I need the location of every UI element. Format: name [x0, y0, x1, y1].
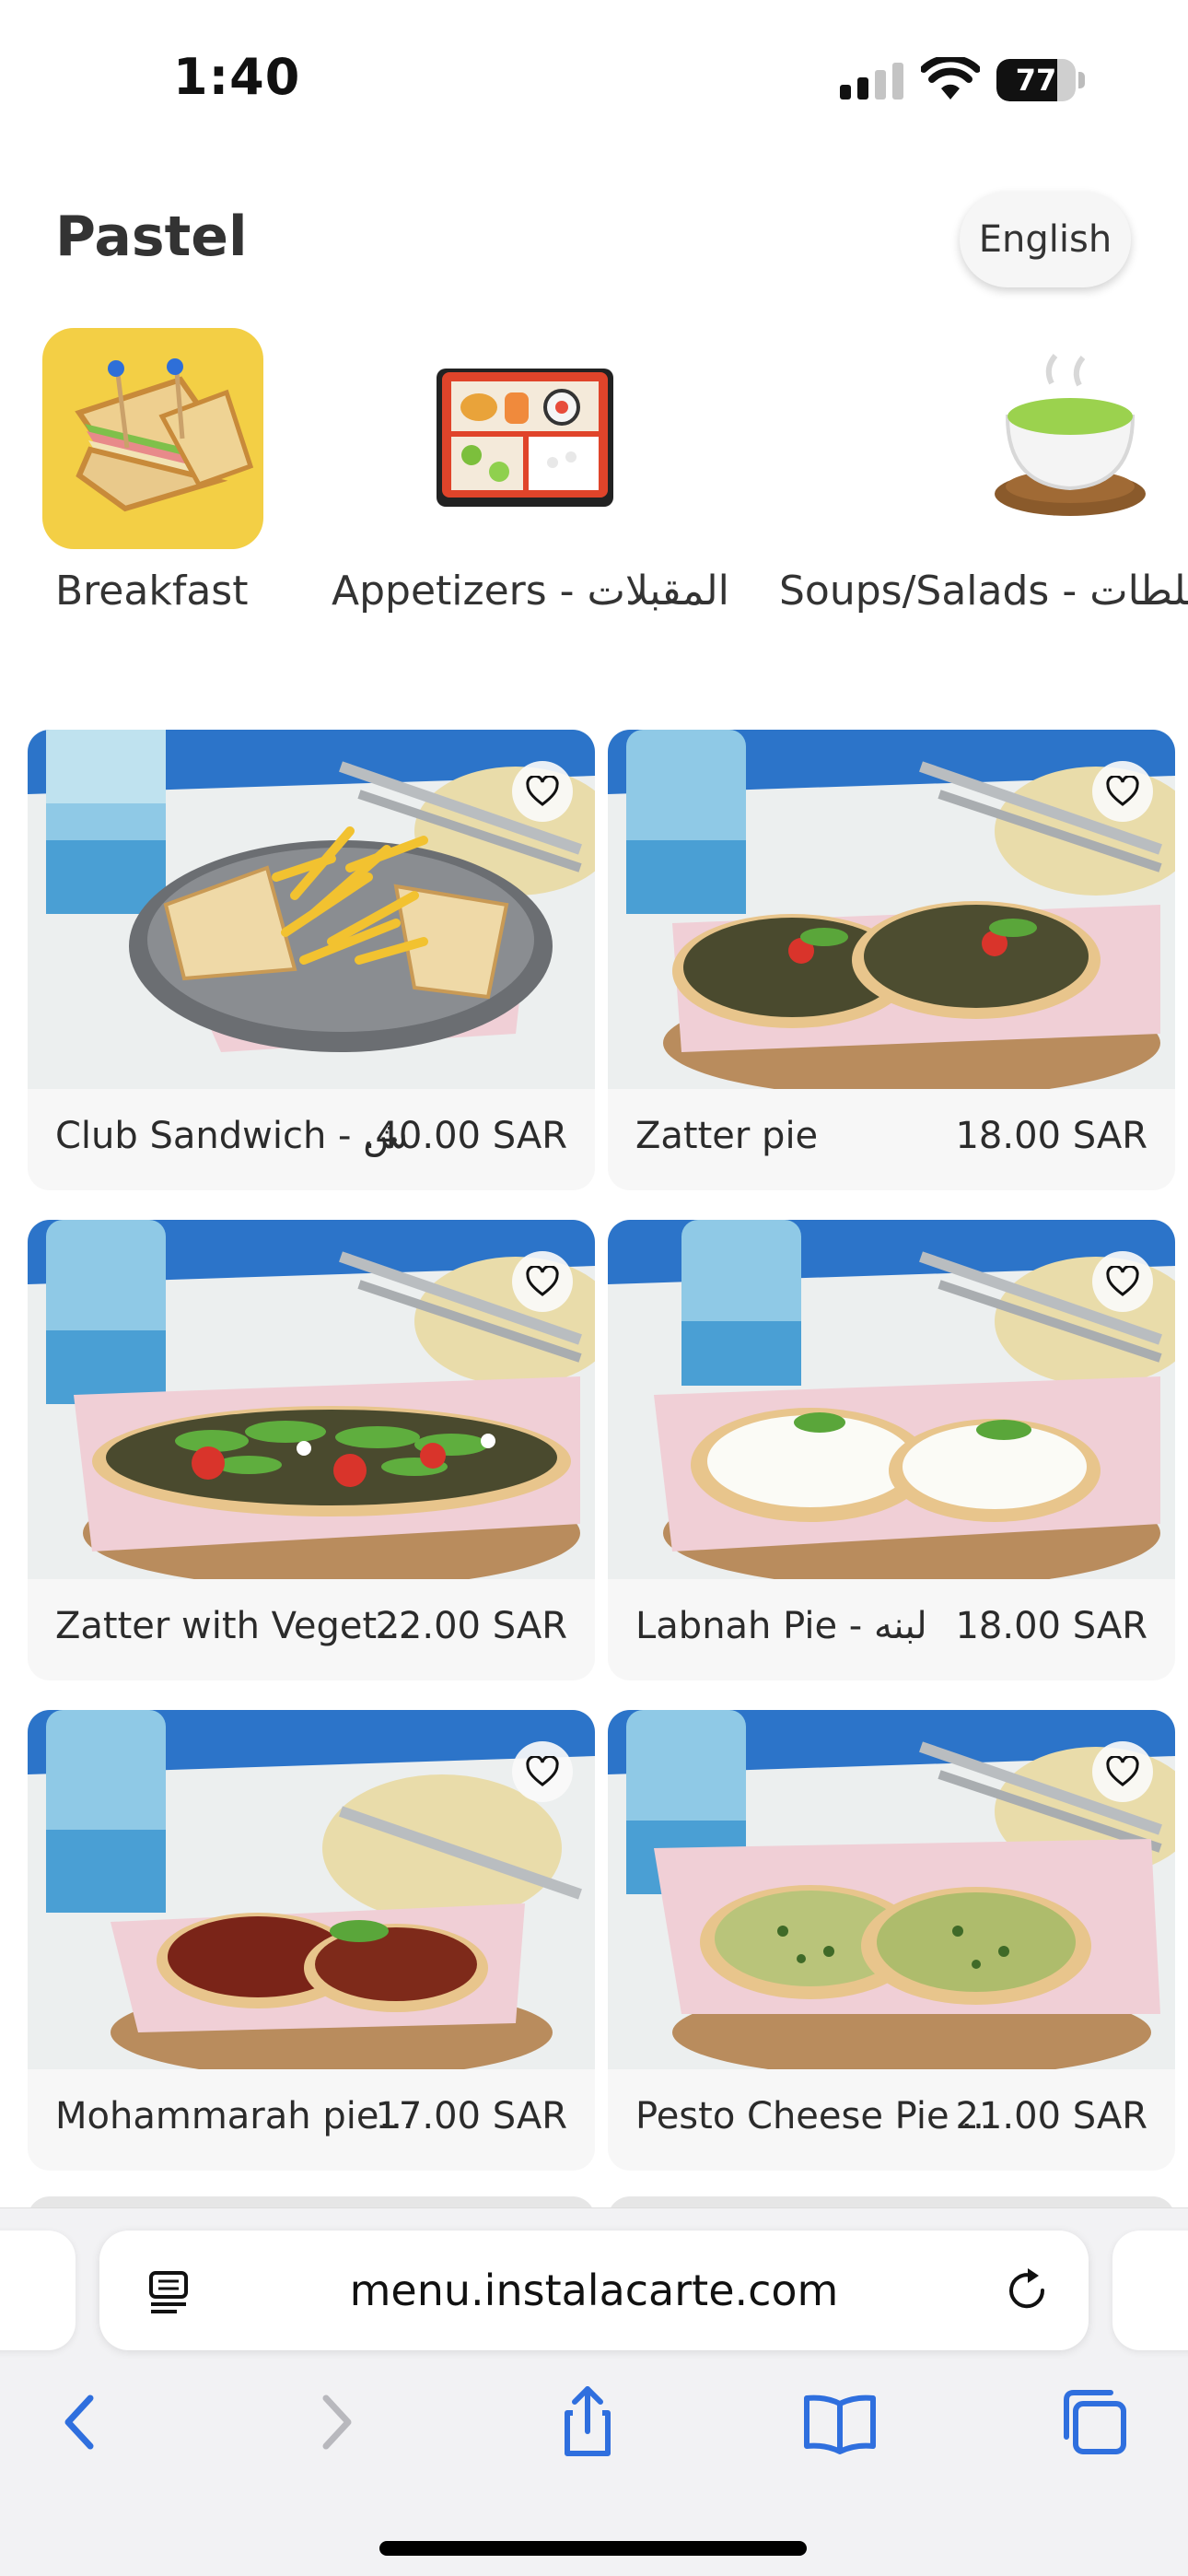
product-name: Zatter with Veget...	[55, 1605, 413, 1647]
category-label: Soups/Salads - سلطات	[779, 568, 1188, 615]
favorite-button[interactable]	[512, 761, 573, 822]
product-photo	[608, 730, 1175, 1089]
favorite-button[interactable]	[1092, 1741, 1153, 1802]
product-price: 17.00 SAR	[375, 2095, 567, 2137]
forward-icon[interactable]	[291, 2376, 383, 2468]
product-card-zatter-pie[interactable]: Zatter pie 18.00 SAR	[608, 730, 1175, 1190]
tabs-icon[interactable]	[1048, 2376, 1140, 2468]
product-name: Pesto Cheese Pie ...	[635, 2095, 996, 2137]
battery-percent: 77	[1015, 63, 1057, 98]
category-breakfast[interactable]: Breakfast	[42, 328, 263, 632]
product-photo	[28, 1710, 595, 2069]
product-name: Zatter pie	[635, 1115, 819, 1157]
reload-icon[interactable]	[1002, 2266, 1052, 2315]
product-price: .40.00 SAR	[363, 1115, 567, 1157]
category-label: Breakfast	[55, 568, 249, 615]
category-soups-salads[interactable]: Soups/Salads - سلطات	[779, 328, 1188, 632]
category-appetizers[interactable]: Appetizers - المقبلات	[332, 328, 729, 632]
product-card-labnah-pie[interactable]: Labnah Pie - لبنه 18.00 SAR	[608, 1220, 1175, 1680]
bento-box-icon	[414, 328, 635, 549]
heart-icon	[526, 776, 559, 806]
cellular-signal-icon	[840, 63, 903, 100]
product-price: 18.00 SAR	[955, 1605, 1147, 1647]
product-photo	[608, 1220, 1175, 1579]
next-tab-preview[interactable]	[1112, 2231, 1188, 2350]
product-card-mohammarah-pie[interactable]: Mohammarah pie... 17.00 SAR	[28, 1710, 595, 2171]
favorite-button[interactable]	[512, 1251, 573, 1312]
category-label: Appetizers - المقبلات	[332, 568, 729, 615]
sandwich-icon	[42, 328, 263, 549]
category-carousel[interactable]: Breakfast Appetizers - المقبلات Soups/Sa…	[0, 328, 1188, 632]
status-time: 1:40	[173, 48, 301, 106]
battery-icon: 77	[996, 59, 1085, 101]
product-name: Club Sandwich - ش	[55, 1115, 409, 1157]
restaurant-title: Pastel	[55, 205, 248, 269]
previous-tab-preview[interactable]	[0, 2231, 76, 2350]
heart-icon	[1106, 1266, 1139, 1296]
product-price: 21.00 SAR	[955, 2095, 1147, 2137]
heart-icon	[526, 1756, 559, 1786]
product-name: Labnah Pie - لبنه	[635, 1605, 927, 1647]
heart-icon	[526, 1266, 559, 1296]
product-card-zatter-vegetables[interactable]: Zatter with Veget... 22.00 SAR	[28, 1220, 595, 1680]
heart-icon	[1106, 1756, 1139, 1786]
share-icon[interactable]	[542, 2376, 634, 2468]
bookmarks-icon[interactable]	[794, 2376, 886, 2468]
wifi-icon	[921, 57, 980, 100]
product-photo	[608, 1710, 1175, 2069]
product-price: 18.00 SAR	[955, 1115, 1147, 1157]
product-name: Mohammarah pie...	[55, 2095, 414, 2137]
home-indicator	[379, 2541, 807, 2556]
favorite-button[interactable]	[512, 1741, 573, 1802]
url-text: menu.instalacarte.com	[349, 2266, 839, 2315]
language-button[interactable]: English	[960, 192, 1131, 287]
status-bar: 1:40 77	[0, 0, 1188, 157]
address-bar[interactable]: menu.instalacarte.com	[99, 2231, 1089, 2350]
product-card-pesto-cheese-pie[interactable]: Pesto Cheese Pie ... 21.00 SAR	[608, 1710, 1175, 2171]
back-icon[interactable]	[33, 2376, 125, 2468]
teacup-icon	[960, 328, 1181, 549]
product-card-club-sandwich[interactable]: Club Sandwich - ش .40.00 SAR	[28, 730, 595, 1190]
heart-icon	[1106, 776, 1139, 806]
product-photo	[28, 1220, 595, 1579]
favorite-button[interactable]	[1092, 1251, 1153, 1312]
product-price: 22.00 SAR	[375, 1605, 567, 1647]
browser-toolbar: menu.instalacarte.com	[0, 2207, 1188, 2576]
favorite-button[interactable]	[1092, 761, 1153, 822]
product-photo	[28, 730, 595, 1089]
